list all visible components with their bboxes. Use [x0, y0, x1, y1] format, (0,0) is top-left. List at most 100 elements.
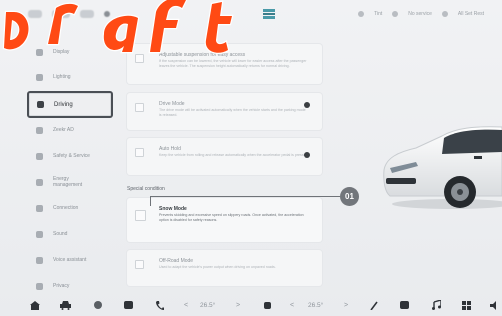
- sidebar-item-label: Zeekr AD: [53, 127, 74, 133]
- status-text-1: Tint: [374, 11, 383, 17]
- right-temp-decrease[interactable]: <: [290, 298, 294, 312]
- screen: Tint No service All Set Rest Display Lig…: [0, 0, 502, 316]
- dock-wiper[interactable]: [370, 298, 378, 312]
- sidebar-item-voice[interactable]: Voice assistant: [28, 248, 114, 272]
- chevron-right-icon: >: [344, 301, 349, 309]
- user-status-icon[interactable]: [52, 10, 70, 18]
- status-text-2: No service: [408, 11, 432, 17]
- lock-status-icon[interactable]: [104, 11, 110, 17]
- sidebar-item-safety[interactable]: Safety & Service: [28, 144, 114, 168]
- dock-volume[interactable]: [490, 298, 499, 312]
- settings-sidebar: Display Lighting Driving Zeekr AD Safety…: [27, 40, 118, 302]
- volume-icon: [490, 300, 496, 310]
- setting-card-drive-mode: Drive Mode The drive mode will be activa…: [127, 93, 322, 130]
- home-status-icon[interactable]: [28, 10, 42, 18]
- card-title: Auto Hold: [159, 146, 181, 152]
- card-description: Used to adapt the vehicle's power output…: [159, 265, 276, 269]
- dock-seat[interactable]: [124, 298, 133, 312]
- status-text-3: All Set Rest: [457, 11, 484, 17]
- music-note-icon: [432, 300, 441, 310]
- chevron-left-icon: <: [184, 301, 189, 309]
- left-temp-decrease[interactable]: <: [184, 298, 188, 312]
- phone-icon: [156, 300, 164, 310]
- home-icon: [30, 300, 40, 310]
- display-icon: [36, 48, 43, 56]
- sidebar-item-driving[interactable]: Driving: [27, 91, 113, 118]
- status-bar-right: Tint No service All Set Rest: [358, 11, 484, 17]
- easy-access-checkbox[interactable]: [135, 54, 144, 63]
- sidebar-item-connection[interactable]: Connection: [28, 196, 114, 220]
- sidebar-item-label: Energy management: [53, 176, 83, 188]
- callout-line: [150, 196, 340, 197]
- sidebar-item-label: Safety & Service: [53, 153, 90, 159]
- sidebar-item-sound[interactable]: Sound: [28, 222, 114, 246]
- sidebar-item-label: Voice assistant: [53, 257, 87, 263]
- dock-camera[interactable]: [400, 298, 409, 312]
- right-temperature-value: 26.5°: [308, 301, 324, 309]
- setting-card-easy-access: Adjustable suspension for easy access If…: [127, 44, 322, 84]
- wiper-icon: [370, 301, 378, 310]
- bluetooth-icon: [358, 11, 365, 17]
- card-title: Drive Mode: [159, 101, 185, 107]
- card-description: Keep the vehicle from rolling and releas…: [159, 153, 309, 157]
- dock-apps[interactable]: [462, 298, 471, 312]
- camera-icon: [400, 301, 409, 309]
- speaker-icon: [36, 230, 43, 238]
- card-description: The drive mode will be activated automat…: [159, 108, 306, 117]
- steering-wheel-icon: [37, 101, 44, 108]
- apps-grid-icon: [462, 300, 471, 310]
- sidebar-item-label: Lighting: [53, 74, 71, 80]
- dock-fan[interactable]: [94, 298, 102, 312]
- info-icon[interactable]: [304, 152, 310, 158]
- dock-ac[interactable]: [264, 298, 271, 312]
- right-temp-increase[interactable]: >: [344, 298, 348, 312]
- card-description: If the suspension can be lowered, the ve…: [159, 59, 307, 68]
- lighting-icon: [36, 73, 43, 81]
- sidebar-item-zeekr-ad[interactable]: Zeekr AD: [28, 118, 114, 142]
- dock-music[interactable]: [432, 298, 441, 312]
- link-icon: [36, 204, 43, 212]
- battery-icon: [36, 178, 43, 186]
- sidebar-item-label: Sound: [53, 231, 68, 237]
- info-icon[interactable]: [304, 102, 310, 108]
- left-temp-increase[interactable]: >: [236, 298, 240, 312]
- setting-card-auto-hold: Auto Hold Keep the vehicle from rolling …: [127, 138, 322, 175]
- dock-car[interactable]: [60, 298, 71, 312]
- sidebar-item-energy[interactable]: Energy management: [28, 170, 114, 194]
- car-icon: [60, 300, 71, 310]
- card-title: Snow Mode: [159, 206, 187, 212]
- signal-icon: [392, 11, 399, 17]
- brand-logo-icon: [263, 9, 275, 19]
- privacy-icon: [36, 282, 43, 290]
- card-title: Off-Road Mode: [159, 258, 194, 264]
- auto-hold-checkbox[interactable]: [135, 148, 144, 157]
- sidebar-item-lighting[interactable]: Lighting: [28, 65, 114, 89]
- sidebar-item-label: Display: [53, 49, 70, 55]
- ac-icon: [264, 301, 271, 309]
- chevron-right-icon: >: [236, 301, 241, 309]
- sidebar-item-label: Driving: [54, 101, 73, 108]
- ad-icon: [36, 126, 43, 134]
- off-road-checkbox[interactable]: [135, 260, 144, 269]
- fan-icon: [94, 301, 102, 309]
- sidebar-item-label: Privacy: [53, 283, 70, 289]
- wifi-status-icon[interactable]: [80, 10, 94, 18]
- dock-home[interactable]: [30, 298, 40, 312]
- left-temperature-value: 26.5°: [200, 301, 216, 309]
- status-bar-left: [28, 10, 110, 18]
- callout-drop-line: [150, 196, 151, 206]
- left-temperature: 26.5°: [200, 298, 215, 312]
- snow-mode-checkbox[interactable]: [135, 210, 146, 221]
- callout-badge: 01: [340, 187, 359, 206]
- sidebar-item-label: Connection: [53, 205, 79, 211]
- card-description: Prevents skidding and excessive speed on…: [159, 213, 304, 222]
- dock-phone[interactable]: [156, 298, 164, 312]
- status-bar: Tint No service All Set Rest: [0, 0, 502, 30]
- microphone-icon: [36, 256, 43, 264]
- shield-icon: [36, 152, 43, 160]
- bottom-dock: < 26.5° > < 26.5° >: [0, 294, 502, 316]
- section-label-special-condition: Special condition: [127, 186, 165, 192]
- sidebar-item-display[interactable]: Display: [28, 40, 114, 64]
- drive-mode-checkbox[interactable]: [135, 103, 144, 112]
- chevron-left-icon: <: [290, 301, 295, 309]
